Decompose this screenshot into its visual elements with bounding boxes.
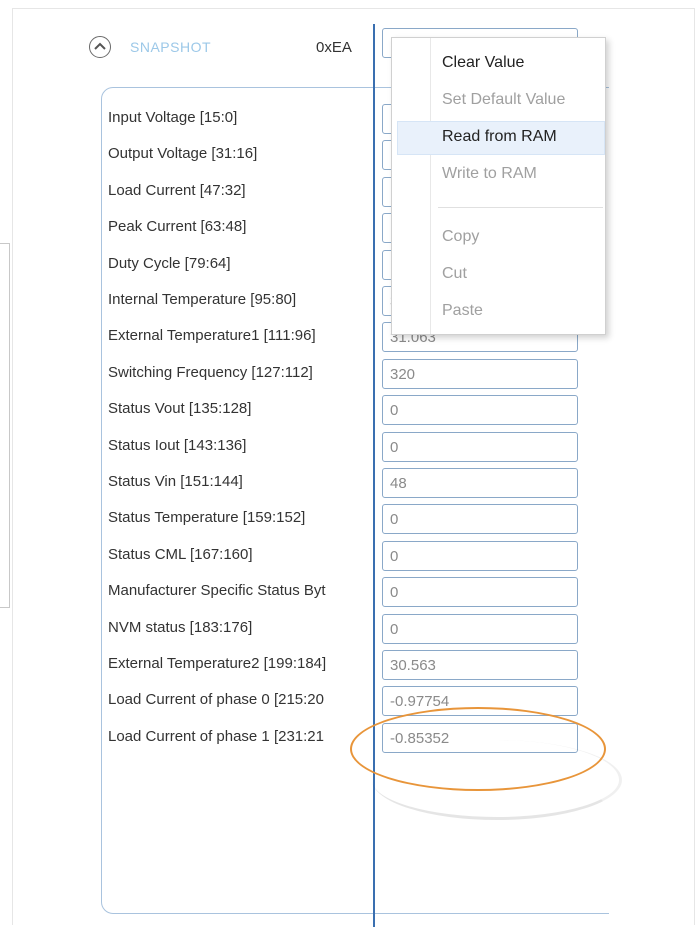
field-label: Status Iout [143:136] (108, 436, 247, 454)
field-value-input[interactable]: 320 (382, 358, 578, 389)
field-label: Switching Frequency [127:112] (108, 363, 313, 381)
menu-item-clear-value[interactable]: Clear Value (442, 54, 524, 72)
field-label: NVM status [183:176] (108, 618, 253, 636)
field-label: Input Voltage [15:0] (108, 109, 238, 126)
section-title: SNAPSHOT (130, 39, 212, 55)
field-label: Status Vin [151:144] (108, 473, 243, 490)
column-divider[interactable] (373, 24, 375, 927)
field-value-input[interactable]: 0 (382, 395, 578, 426)
field-value-input[interactable]: 30.563 (382, 650, 578, 680)
field-label: Status Vout [135:128] (108, 400, 252, 418)
field-label: Output Voltage [31:16] (108, 145, 258, 163)
menu-separator (438, 207, 603, 208)
field-label: Status CML [167:160] (108, 545, 253, 563)
field-label: Load Current [47:32] (108, 181, 246, 199)
field-value-input[interactable]: 0 (382, 504, 578, 535)
context-menu: Clear Value Set Default Value Read from … (391, 37, 606, 335)
menu-item-copy[interactable]: Copy (442, 228, 479, 246)
adjacent-panel-edge (0, 243, 10, 608)
field-label: External Temperature2 [199:184] (108, 655, 327, 672)
nvm-status-highlight-ellipse (350, 707, 606, 791)
field-label: External Temperature1 [111:96] (108, 327, 316, 345)
menu-item-set-default-value[interactable]: Set Default Value (442, 91, 565, 109)
menu-item-write-to-ram[interactable]: Write to RAM (442, 165, 537, 183)
collapse-chevron-icon[interactable] (89, 36, 111, 58)
field-value-input[interactable]: 48 (382, 468, 578, 498)
field-label: Load Current of phase 1 [231:21 (108, 727, 324, 745)
field-value-input[interactable]: 0 (382, 431, 578, 462)
field-label: Duty Cycle [79:64] (108, 254, 231, 272)
field-label: Internal Temperature [95:80] (108, 291, 297, 308)
field-value-input[interactable]: 0 (382, 613, 578, 644)
field-label: Manufacturer Specific Status Byt (108, 582, 326, 600)
field-value-input[interactable]: 0 (382, 577, 578, 608)
section-address: 0xEA (316, 39, 352, 56)
field-label: Status Temperature [159:152] (108, 509, 306, 527)
field-label: Load Current of phase 0 [215:20 (108, 691, 324, 709)
menu-icon-gutter (430, 38, 431, 334)
field-label: Peak Current [63:48] (108, 218, 247, 236)
field-value-input[interactable]: 0 (382, 540, 578, 571)
menu-item-cut[interactable]: Cut (442, 265, 467, 283)
menu-item-read-from-ram[interactable]: Read from RAM (442, 128, 557, 146)
menu-item-paste[interactable]: Paste (442, 302, 483, 320)
